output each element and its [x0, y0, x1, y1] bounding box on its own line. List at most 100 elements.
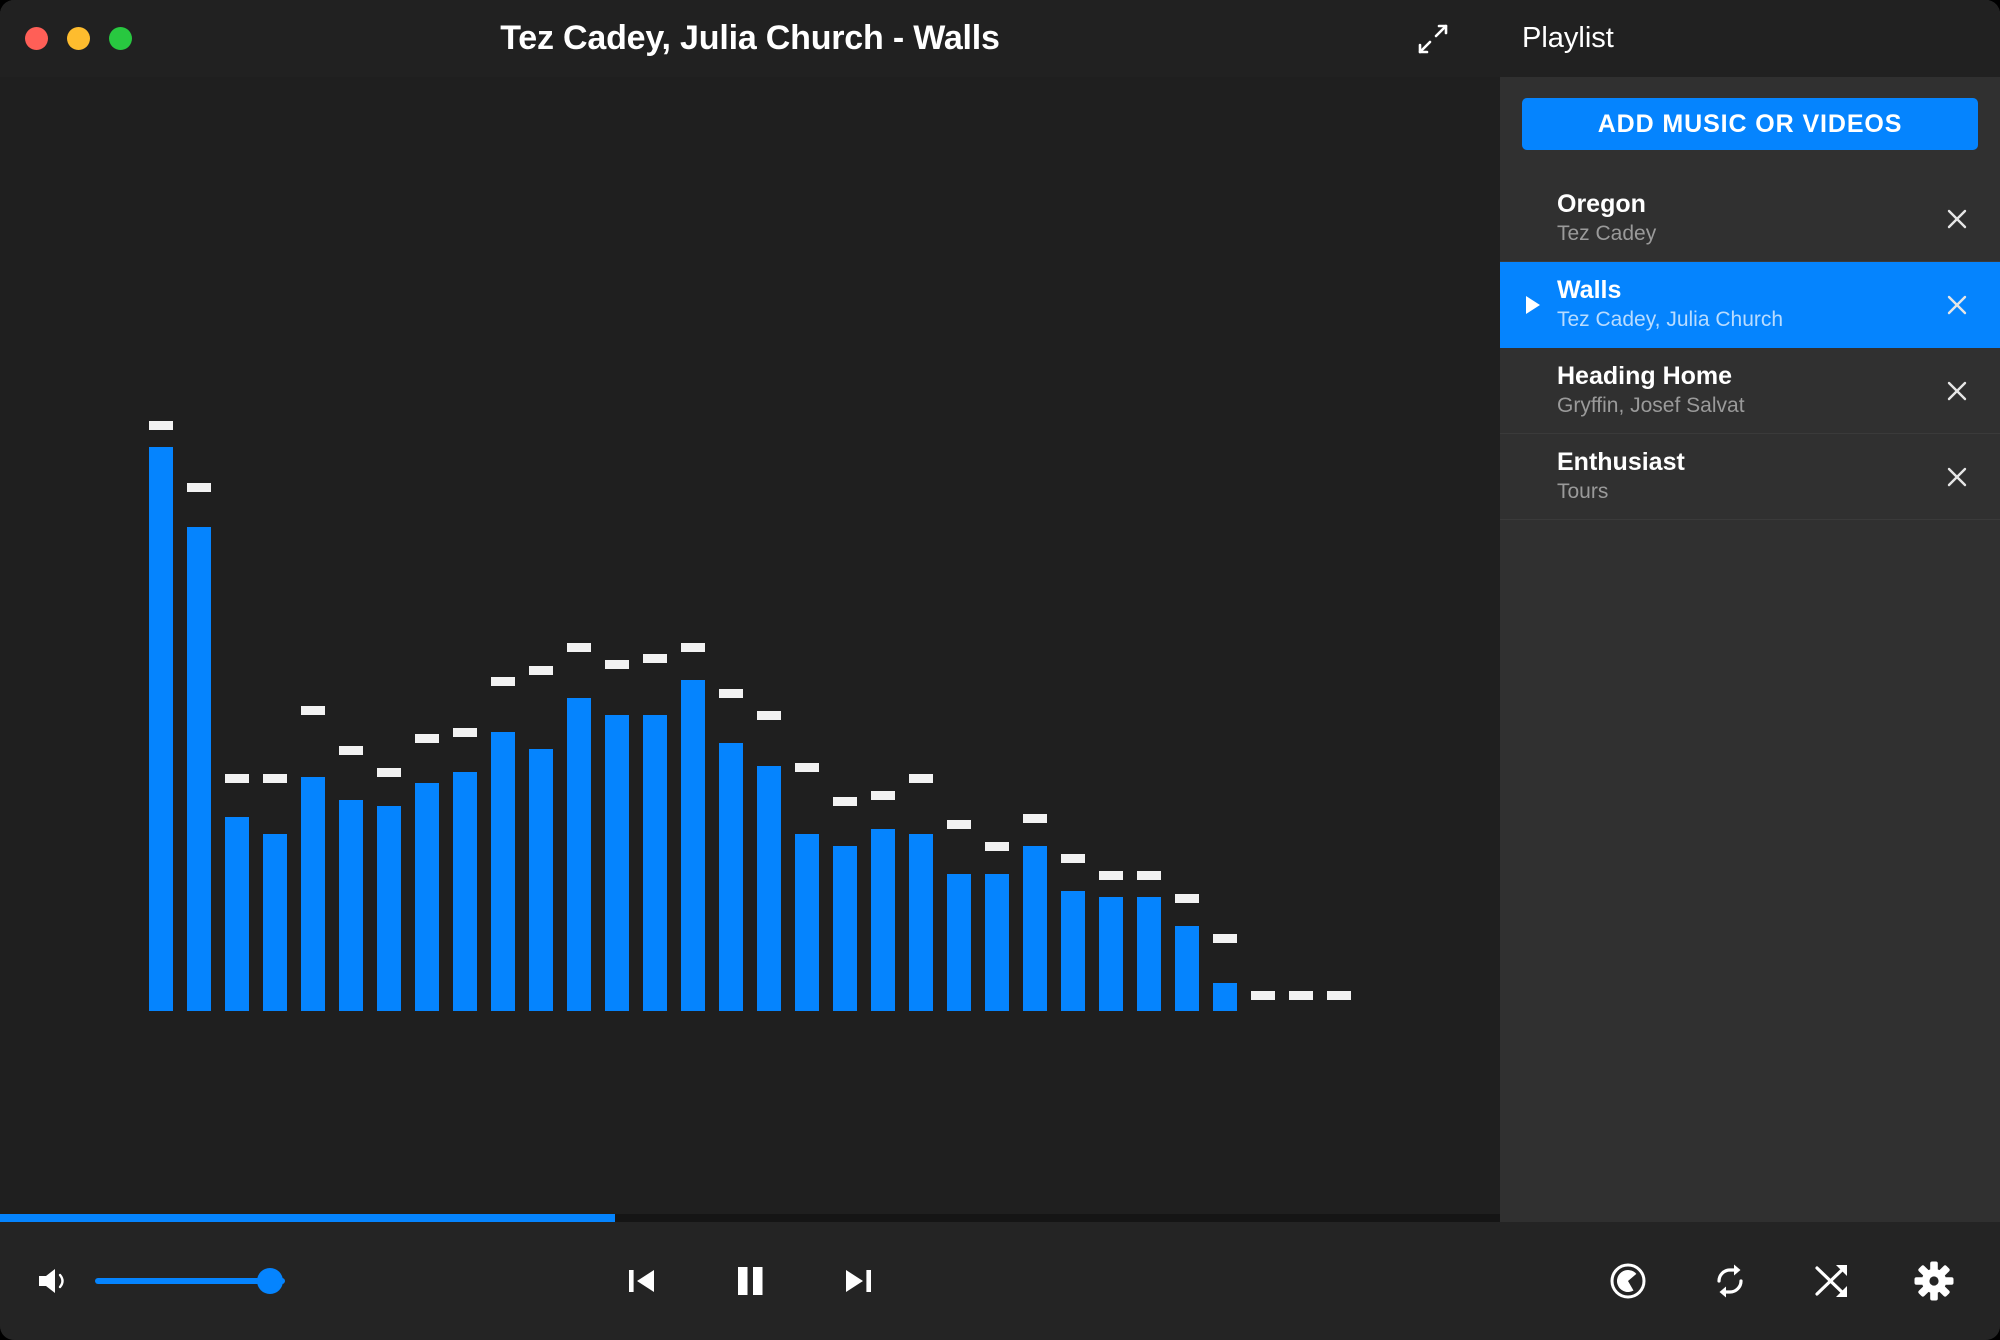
playlist-item-text: Heading Home Gryffin, Josef Salvat [1557, 362, 1745, 419]
spectrum-band [149, 420, 173, 1011]
spectrum-bar [985, 874, 1009, 1011]
remove-track-button[interactable] [1940, 374, 1974, 408]
spectrum-bar [795, 834, 819, 1011]
player-options [1606, 1259, 1956, 1303]
spectrum-band [605, 441, 629, 1011]
spectrum-band [795, 441, 819, 1011]
spectrum-peak-cap [1289, 990, 1313, 1000]
spectrum-band [1213, 441, 1237, 1011]
spectrum-bar [301, 777, 325, 1011]
spectrum-peak-cap [263, 774, 287, 783]
previous-track-button[interactable] [616, 1255, 668, 1307]
spectrum-peak-cap [339, 745, 363, 755]
add-music-or-videos-button[interactable]: ADD MUSIC OR VIDEOS [1522, 98, 1978, 150]
playlist-item[interactable]: Walls Tez Cadey, Julia Church [1500, 262, 2000, 348]
volume-slider[interactable] [95, 1266, 285, 1296]
playlist-body: ADD MUSIC OR VIDEOS Oregon Tez Cadey Walls… [1500, 77, 2000, 1222]
gear-icon[interactable] [1912, 1259, 1956, 1303]
spectrum-band [757, 441, 781, 1011]
spectrum-bar [1137, 897, 1161, 1011]
spectrum-bar [1099, 897, 1123, 1011]
spectrum-bar [719, 743, 743, 1011]
spectrum-bar [1061, 891, 1085, 1011]
media-player-window: Tez Cadey, Julia Church - Walls Playlist… [0, 0, 2000, 1340]
page-title: Tez Cadey, Julia Church - Walls [500, 19, 1000, 57]
spectrum-peak-cap [415, 734, 439, 744]
spectrum-bar [263, 834, 287, 1011]
spectrum-peak-cap [757, 711, 781, 721]
spectrum-band [1289, 441, 1313, 1011]
spectrum-peak-cap [301, 705, 325, 715]
volume-thumb[interactable] [256, 1268, 283, 1294]
playback-progress-bar[interactable] [0, 1214, 1500, 1222]
spectrum-bar [225, 817, 249, 1011]
visualizer-area [0, 77, 1500, 1214]
spectrum-band [947, 441, 971, 1011]
now-playing-icon [1526, 295, 1540, 314]
spectrum-band [415, 441, 439, 1011]
spectrum-peak-cap [795, 762, 819, 772]
repeat-icon[interactable] [1708, 1259, 1752, 1303]
spectrum-bar [871, 828, 895, 1011]
spectrum-peak-cap [871, 791, 895, 801]
spectrum-band [491, 441, 515, 1011]
playlist-title: Playlist [1522, 22, 1614, 54]
spectrum-band [339, 441, 363, 1011]
spectrum-bar [947, 874, 971, 1011]
playlist-panel: Playlist ADD MUSIC OR VIDEOS Oregon Tez C… [1500, 0, 2000, 1222]
speaker-volume-icon[interactable] [35, 1262, 73, 1300]
spectrum-peak-cap [947, 819, 971, 829]
spectrum-peak-cap [833, 796, 857, 806]
spectrum-band [909, 441, 933, 1011]
spectrum-analyzer [149, 420, 1351, 1011]
spectrum-peak-cap [377, 768, 401, 778]
spectrum-peak-cap [719, 688, 743, 698]
spectrum-peak-cap [567, 642, 591, 652]
spectrum-band [187, 441, 211, 1011]
spectrum-band [871, 441, 895, 1011]
spectrum-bar [377, 805, 401, 1011]
playlist-item[interactable]: Heading Home Gryffin, Josef Salvat [1500, 348, 2000, 434]
sleep-timer-icon[interactable] [1606, 1259, 1650, 1303]
playlist-item-title: Walls [1557, 276, 1622, 305]
playlist-header: Playlist [1500, 0, 2000, 77]
play-pause-button[interactable] [724, 1255, 776, 1307]
spectrum-peak-cap [453, 728, 477, 738]
spectrum-band [1061, 441, 1085, 1011]
close-window-button[interactable] [25, 27, 48, 50]
expand-icon[interactable] [1414, 20, 1452, 58]
spectrum-bar [415, 783, 439, 1011]
spectrum-bar [909, 834, 933, 1011]
spectrum-bar [187, 526, 211, 1011]
shuffle-icon[interactable] [1810, 1259, 1854, 1303]
spectrum-peak-cap [1099, 870, 1123, 880]
playback-progress-fill [0, 1214, 615, 1222]
spectrum-band [377, 441, 401, 1011]
remove-track-button[interactable] [1940, 460, 1974, 494]
remove-track-button[interactable] [1940, 202, 1974, 236]
remove-track-button[interactable] [1940, 288, 1974, 322]
minimize-window-button[interactable] [67, 27, 90, 50]
spectrum-band [1137, 441, 1161, 1011]
playlist-item[interactable]: Enthusiast Tours [1500, 434, 2000, 520]
spectrum-bar [453, 771, 477, 1011]
spectrum-band [301, 441, 325, 1011]
spectrum-bar [491, 731, 515, 1011]
spectrum-peak-cap [149, 420, 173, 430]
next-track-button[interactable] [832, 1255, 884, 1307]
volume-control-group [35, 1262, 285, 1300]
playlist-item[interactable]: Oregon Tez Cadey [1500, 176, 2000, 262]
spectrum-bar [681, 680, 705, 1011]
spectrum-band [985, 441, 1009, 1011]
spectrum-band [1251, 441, 1275, 1011]
spectrum-peak-cap [529, 665, 553, 675]
window-controls [25, 27, 132, 50]
spectrum-peak-cap [1327, 990, 1351, 1000]
spectrum-peak-cap [605, 660, 629, 669]
spectrum-peak-cap [1023, 813, 1047, 823]
spectrum-band [1175, 441, 1199, 1011]
title-bar: Tez Cadey, Julia Church - Walls [0, 0, 1500, 77]
spectrum-band [1023, 441, 1047, 1011]
zoom-window-button[interactable] [109, 27, 132, 50]
spectrum-bar [643, 714, 667, 1011]
